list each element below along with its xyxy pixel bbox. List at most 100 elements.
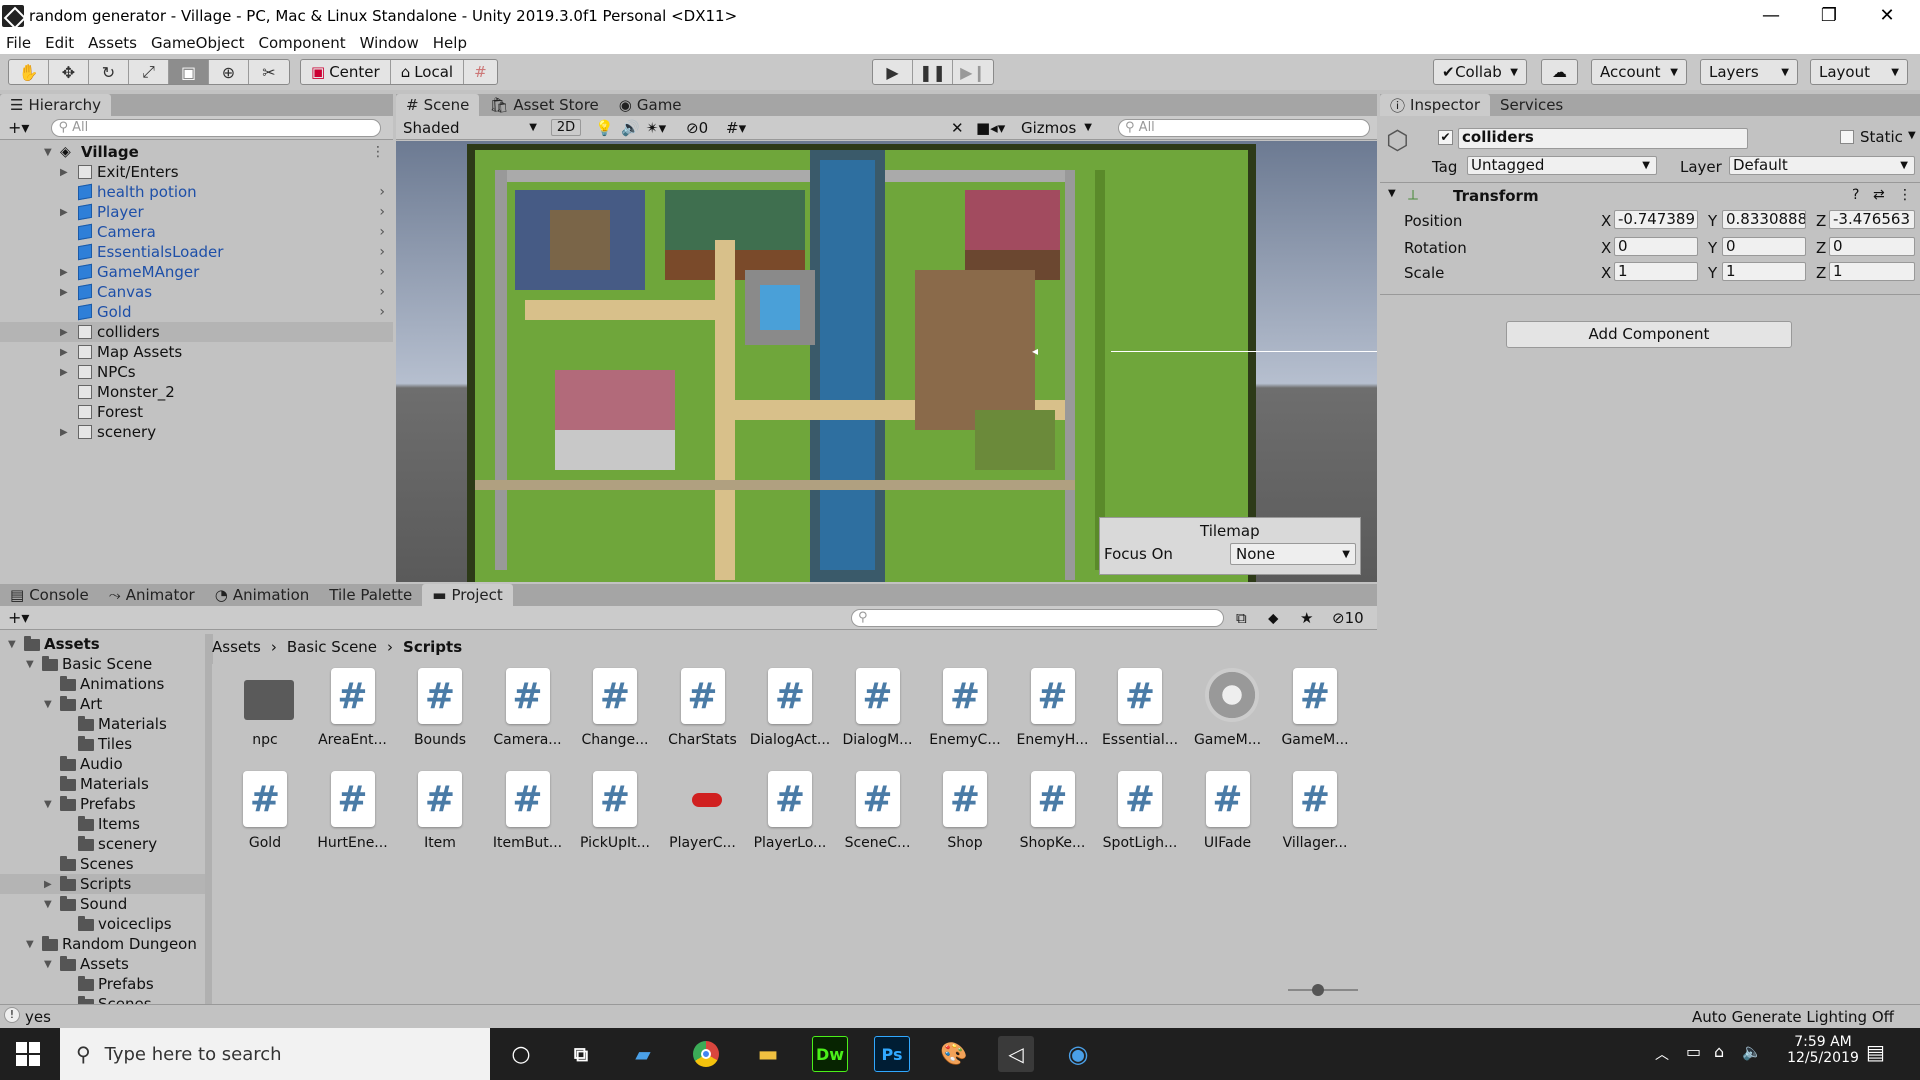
hand-icon[interactable]: ✋ bbox=[9, 60, 49, 84]
tree-folder[interactable]: ▼ Random Dungeon bbox=[0, 934, 205, 954]
menu-component[interactable]: Component bbox=[259, 34, 346, 52]
dreamweaver-icon[interactable]: Dw bbox=[812, 1036, 848, 1072]
hierarchy-item[interactable]: ▶ Exit/Enters bbox=[0, 162, 393, 182]
asset-item[interactable]: # GameM... bbox=[1272, 664, 1358, 764]
audio-icon[interactable]: 🔊 bbox=[621, 119, 640, 137]
object-name-field[interactable]: colliders bbox=[1458, 128, 1748, 149]
scene-search[interactable]: ⚲ All bbox=[1118, 118, 1370, 137]
expand-icon[interactable]: ▶ bbox=[60, 287, 68, 298]
expand-icon[interactable]: ▶ bbox=[60, 427, 68, 438]
filter-type-icon[interactable]: ⧉ bbox=[1236, 609, 1247, 627]
tab-hierarchy[interactable]: ☰ Hierarchy bbox=[0, 94, 111, 116]
expand-icon[interactable]: ▶ bbox=[60, 367, 68, 378]
layout-dropdown[interactable]: Layout ▼ bbox=[1810, 59, 1908, 85]
asset-item[interactable]: # PickUpIt... bbox=[572, 767, 658, 867]
tree-folder[interactable]: Items bbox=[0, 814, 205, 834]
expand-icon[interactable]: ▼ bbox=[8, 639, 16, 650]
favorite-icon[interactable]: ★ bbox=[1300, 609, 1313, 627]
asset-item[interactable]: GameM... bbox=[1185, 664, 1271, 764]
layer-dropdown[interactable]: Default ▼ bbox=[1729, 156, 1915, 175]
taskbar-search[interactable]: ⚲ Type here to search bbox=[60, 1028, 490, 1080]
hidden-packages-icon[interactable]: ⊘10 bbox=[1332, 609, 1364, 627]
add-icon[interactable]: +▾ bbox=[8, 118, 29, 137]
asset-item[interactable]: # CharStats bbox=[660, 664, 746, 764]
tree-folder[interactable]: Audio bbox=[0, 754, 205, 774]
hierarchy-item[interactable]: ▶ colliders bbox=[0, 322, 393, 342]
grid-snap-icon[interactable]: # bbox=[464, 60, 497, 84]
project-search[interactable]: ⚲ bbox=[851, 608, 1224, 627]
asset-item[interactable]: # Camera... bbox=[485, 664, 571, 764]
zoom-slider-handle[interactable] bbox=[1312, 984, 1324, 996]
chevron-right-icon[interactable]: › bbox=[379, 284, 385, 300]
tree-folder[interactable]: scenery bbox=[0, 834, 205, 854]
expand-icon[interactable]: ▶ bbox=[44, 879, 52, 890]
space-toggle[interactable]: ⌂ Local bbox=[391, 60, 465, 84]
hierarchy-item[interactable]: ▶ Canvas › bbox=[0, 282, 393, 302]
menu-window[interactable]: Window bbox=[360, 34, 419, 52]
active-checkbox[interactable]: ✔ bbox=[1438, 130, 1453, 145]
lighting-icon[interactable]: 💡 bbox=[595, 119, 614, 137]
asset-item[interactable]: # AreaEnt... bbox=[310, 664, 396, 764]
tab-console[interactable]: ▤ Console bbox=[0, 584, 99, 606]
asset-item[interactable]: # UIFade bbox=[1185, 767, 1271, 867]
rect-icon[interactable]: ▣ bbox=[169, 60, 209, 84]
hierarchy-item[interactable]: Forest bbox=[0, 402, 393, 422]
breadcrumb-assets[interactable]: Assets bbox=[212, 638, 261, 656]
asset-item[interactable]: # DialogAct... bbox=[747, 664, 833, 764]
breadcrumb-scripts[interactable]: Scripts bbox=[403, 638, 462, 656]
menu-gameobject[interactable]: GameObject bbox=[151, 34, 245, 52]
expand-icon[interactable]: ▶ bbox=[60, 327, 68, 338]
menu-file[interactable]: File bbox=[6, 34, 31, 52]
close-button[interactable]: ✕ bbox=[1858, 0, 1916, 31]
position-z-field[interactable]: -3.476563 bbox=[1829, 210, 1915, 229]
asset-item[interactable]: # Essential... bbox=[1097, 664, 1183, 764]
expand-icon[interactable]: ▼ bbox=[44, 799, 52, 810]
breadcrumb-basic-scene[interactable]: Basic Scene bbox=[287, 638, 377, 656]
asset-item[interactable]: # Bounds bbox=[397, 664, 483, 764]
tree-folder[interactable]: ▼ Art bbox=[0, 694, 205, 714]
expand-icon[interactable]: ▼ bbox=[44, 959, 52, 970]
filter-label-icon[interactable]: ⬥ bbox=[1268, 609, 1279, 627]
focus-dropdown[interactable]: None ▼ bbox=[1230, 543, 1356, 565]
cloud-icon[interactable]: ☁ bbox=[1541, 59, 1578, 85]
expand-icon[interactable]: ▶ bbox=[60, 267, 68, 278]
effects-icon[interactable]: ✴▾ bbox=[646, 119, 666, 137]
add-icon[interactable]: +▾ bbox=[8, 608, 29, 627]
collab-dropdown[interactable]: ✔ Collab ▼ bbox=[1433, 59, 1527, 85]
chevron-right-icon[interactable]: › bbox=[379, 264, 385, 280]
hidden-icon[interactable]: ⊘0 bbox=[686, 119, 708, 137]
chevron-right-icon[interactable]: › bbox=[379, 204, 385, 220]
asset-item[interactable]: # DialogM... bbox=[835, 664, 921, 764]
menu-assets[interactable]: Assets bbox=[88, 34, 137, 52]
windows-start-icon[interactable] bbox=[16, 1042, 40, 1066]
asset-item[interactable]: npc bbox=[222, 664, 308, 764]
tree-folder[interactable]: Materials bbox=[0, 714, 205, 734]
tools-icon[interactable]: ✕ bbox=[951, 119, 964, 137]
asset-item[interactable]: PlayerC... bbox=[660, 767, 746, 867]
hierarchy-item[interactable]: ▶ Player › bbox=[0, 202, 393, 222]
hierarchy-item[interactable]: ▶ GameMAnger › bbox=[0, 262, 393, 282]
hierarchy-item[interactable]: ▶ Map Assets bbox=[0, 342, 393, 362]
help-icon[interactable]: ? bbox=[1852, 187, 1859, 203]
show-hidden-icons[interactable]: ︿ bbox=[1655, 1044, 1669, 1064]
chrome-icon[interactable] bbox=[688, 1036, 724, 1072]
tree-folder[interactable]: voiceclips bbox=[0, 914, 205, 934]
pause-icon[interactable]: ❚❚ bbox=[913, 60, 953, 84]
expand-icon[interactable]: ▼ bbox=[26, 939, 34, 950]
status-message[interactable]: yes bbox=[25, 1008, 51, 1026]
cortana-icon[interactable]: ○ bbox=[503, 1036, 539, 1072]
hierarchy-item[interactable]: Camera › bbox=[0, 222, 393, 242]
asset-item[interactable]: # PlayerLo... bbox=[747, 767, 833, 867]
layers-dropdown[interactable]: Layers ▼ bbox=[1700, 59, 1798, 85]
hierarchy-item[interactable]: Gold › bbox=[0, 302, 393, 322]
unity-icon[interactable]: ◁ bbox=[998, 1036, 1034, 1072]
tree-folder[interactable]: ▶ Scripts bbox=[0, 874, 205, 894]
asset-item[interactable]: # HurtEne... bbox=[310, 767, 396, 867]
grid-toggle-icon[interactable]: #▾ bbox=[726, 119, 746, 137]
expand-icon[interactable]: ▼ bbox=[44, 699, 52, 710]
rotation-y-field[interactable]: 0 bbox=[1722, 237, 1806, 256]
asset-item[interactable]: # Change... bbox=[572, 664, 658, 764]
scale-icon[interactable]: ⤢ bbox=[129, 60, 169, 84]
recorder-icon[interactable]: ◉ bbox=[1060, 1036, 1096, 1072]
asset-item[interactable]: # EnemyH... bbox=[1010, 664, 1096, 764]
